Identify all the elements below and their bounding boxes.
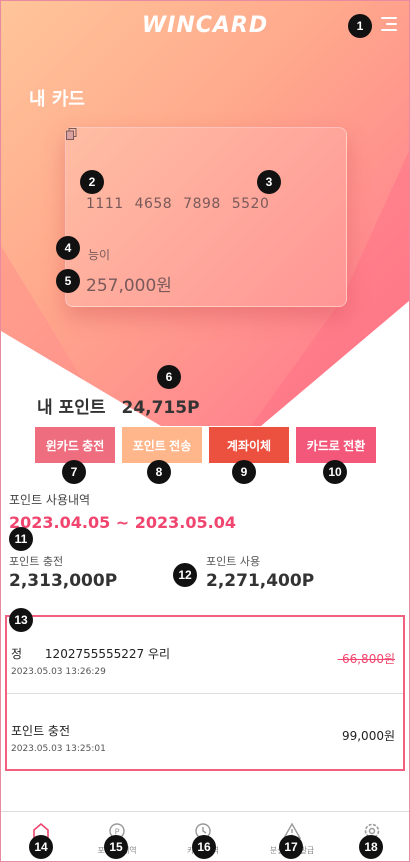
annotation-badge: 1 <box>348 14 372 38</box>
annotation-badge: 7 <box>62 460 86 484</box>
point-transfer-button[interactable]: 포인트 전송 <box>122 427 202 463</box>
annotation-badge: 9 <box>232 460 256 484</box>
annotation-badge: 16 <box>192 835 216 859</box>
points-label: 내 포인트 <box>37 398 106 418</box>
transaction-row[interactable]: 포인트 충전 2023.05.03 13:25:01 99,000원 <box>7 694 403 769</box>
annotation-badge: 6 <box>157 365 181 389</box>
transaction-title: 포인트 충전 <box>11 724 71 738</box>
hamburger-menu-icon[interactable] <box>381 17 397 31</box>
points-value: 24,715P <box>121 398 200 418</box>
annotation-badge: 17 <box>279 835 303 859</box>
transaction-list[interactable]: 정 1202755555227 우리 2023.05.03 13:26:29 -… <box>5 615 405 771</box>
annotation-badge: 13 <box>9 608 33 632</box>
copy-icon[interactable] <box>66 128 77 140</box>
annotation-badge: 18 <box>359 835 383 859</box>
annotation-badge: 15 <box>104 835 128 859</box>
transaction-date: 2023.05.03 13:26:29 <box>11 667 106 677</box>
annotation-badge: 8 <box>147 460 171 484</box>
wincard-charge-button[interactable]: 윈카드 충전 <box>35 427 115 463</box>
section-title: 내 카드 <box>29 89 85 110</box>
transaction-amount: -66,800원 <box>337 652 395 666</box>
convert-to-card-button[interactable]: 카드로 전환 <box>296 427 376 463</box>
annotation-badge: 5 <box>56 269 80 293</box>
app-screen: WINCARD 내 카드 1111 4658 7898 5520 능이 257,… <box>0 0 410 862</box>
point-use-label: 포인트 사용 <box>206 555 261 568</box>
transaction-amount: 99,000원 <box>341 729 395 743</box>
member-card[interactable]: 1111 4658 7898 5520 능이 257,000원 <box>65 127 347 307</box>
transaction-date: 2023.05.03 13:25:01 <box>11 744 106 754</box>
my-points: 내 포인트 24,715P <box>37 393 200 418</box>
history-date-range[interactable]: 2023.04.05 ~ 2023.05.04 <box>9 513 236 532</box>
card-holder-name: 능이 <box>88 248 111 262</box>
point-use-value: 2,271,400P <box>206 571 315 591</box>
annotation-badge: 11 <box>9 527 33 551</box>
card-balance: 257,000원 <box>86 276 172 296</box>
point-charge-value: 2,313,000P <box>9 571 118 591</box>
transaction-title: 정 1202755555227 우리 <box>11 647 171 661</box>
annotation-badge: 14 <box>29 835 53 859</box>
annotation-badge: 12 <box>173 563 197 587</box>
annotation-badge: 3 <box>257 170 281 194</box>
card-number: 1111 4658 7898 5520 <box>86 196 270 212</box>
annotation-badge: 4 <box>56 236 80 260</box>
transaction-row[interactable]: 정 1202755555227 우리 2023.05.03 13:26:29 -… <box>7 617 403 694</box>
account-transfer-button[interactable]: 계좌이체 <box>209 427 289 463</box>
history-label: 포인트 사용내역 <box>9 493 91 507</box>
hero-background: WINCARD 내 카드 1111 4658 7898 5520 능이 257,… <box>1 1 409 426</box>
annotation-badge: 2 <box>80 170 104 194</box>
annotation-badge: 10 <box>323 460 347 484</box>
point-charge-label: 포인트 충전 <box>9 555 64 568</box>
